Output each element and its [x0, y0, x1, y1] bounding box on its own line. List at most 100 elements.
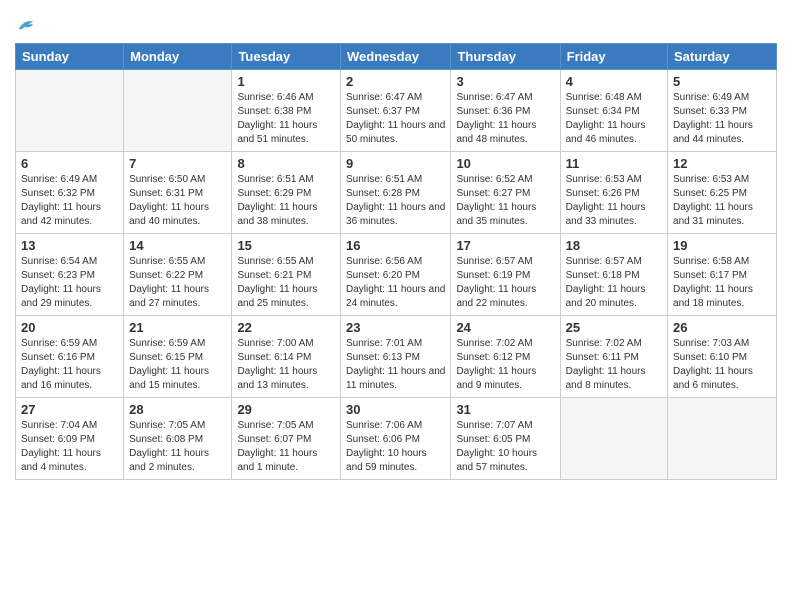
cell-content: Sunrise: 6:54 AMSunset: 6:23 PMDaylight:… [21, 255, 118, 311]
calendar-cell: 12 Sunrise: 6:53 AMSunset: 6:25 PMDayligh… [668, 151, 777, 233]
calendar-cell: 16Sunrise: 6:56 AMSunset: 6:20 PMDayligh… [341, 233, 451, 315]
calendar-cell: 13Sunrise: 6:54 AMSunset: 6:23 PMDayligh… [16, 233, 124, 315]
day-number: 6 [21, 156, 118, 171]
day-number: 17 [456, 238, 554, 253]
calendar-cell: 15Sunrise: 6:55 AMSunset: 6:21 PMDayligh… [232, 233, 341, 315]
calendar-week-4: 27 Sunrise: 7:04 AMSunset: 6:09 PMDayligh… [16, 397, 777, 479]
day-number: 1 [237, 74, 335, 89]
calendar-table: SundayMondayTuesdayWednesdayThursdayFrid… [15, 43, 777, 480]
day-number: 19 [673, 238, 771, 253]
cell-content: Sunrise: 6:57 AMSunset: 6:18 PMDaylight:… [566, 255, 662, 311]
calendar-cell: 18 Sunrise: 6:57 AMSunset: 6:18 PMDayligh… [560, 233, 667, 315]
cell-content: Sunrise: 6:55 AMSunset: 6:22 PMDaylight:… [129, 255, 226, 311]
day-number: 7 [129, 156, 226, 171]
cell-content: Sunrise: 7:04 AMSunset: 6:09 PMDaylight:… [21, 419, 118, 475]
day-number: 16 [346, 238, 445, 253]
cell-content: Sunrise: 6:53 AMSunset: 6:26 PMDaylight:… [566, 173, 662, 229]
calendar-cell [668, 397, 777, 479]
weekday-header-friday: Friday [560, 43, 667, 69]
cell-content: Sunrise: 6:52 AMSunset: 6:27 PMDaylight:… [456, 173, 554, 229]
calendar-cell: 27 Sunrise: 7:04 AMSunset: 6:09 PMDayligh… [16, 397, 124, 479]
cell-content: Sunrise: 6:47 AMSunset: 6:36 PMDaylight:… [456, 91, 554, 147]
cell-content: Sunrise: 7:01 AMSunset: 6:13 PMDaylight:… [346, 337, 445, 393]
calendar-cell [560, 397, 667, 479]
calendar-cell: 28 Sunrise: 7:05 AMSunset: 6:08 PMDayligh… [124, 397, 232, 479]
calendar-cell: 19 Sunrise: 6:58 AMSunset: 6:17 PMDayligh… [668, 233, 777, 315]
day-number: 30 [346, 402, 445, 417]
calendar-cell: 2 Sunrise: 6:47 AMSunset: 6:37 PMDaylight… [341, 69, 451, 151]
calendar-cell: 22 Sunrise: 7:00 AMSunset: 6:14 PMDayligh… [232, 315, 341, 397]
day-number: 3 [456, 74, 554, 89]
day-number: 14 [129, 238, 226, 253]
calendar-week-3: 20 Sunrise: 6:59 AMSunset: 6:16 PMDayligh… [16, 315, 777, 397]
day-number: 2 [346, 74, 445, 89]
calendar-cell: 25Sunrise: 7:02 AMSunset: 6:11 PMDayligh… [560, 315, 667, 397]
day-number: 24 [456, 320, 554, 335]
cell-content: Sunrise: 7:00 AMSunset: 6:14 PMDaylight:… [237, 337, 335, 393]
weekday-header-monday: Monday [124, 43, 232, 69]
calendar-week-2: 13Sunrise: 6:54 AMSunset: 6:23 PMDayligh… [16, 233, 777, 315]
page: SundayMondayTuesdayWednesdayThursdayFrid… [0, 0, 792, 612]
calendar-cell: 11 Sunrise: 6:53 AMSunset: 6:26 PMDayligh… [560, 151, 667, 233]
weekday-header-thursday: Thursday [451, 43, 560, 69]
calendar-cell: 23 Sunrise: 7:01 AMSunset: 6:13 PMDayligh… [341, 315, 451, 397]
cell-content: Sunrise: 6:58 AMSunset: 6:17 PMDaylight:… [673, 255, 771, 311]
calendar-cell: 3 Sunrise: 6:47 AMSunset: 6:36 PMDaylight… [451, 69, 560, 151]
weekday-header-tuesday: Tuesday [232, 43, 341, 69]
calendar-cell: 9Sunrise: 6:51 AMSunset: 6:28 PMDaylight… [341, 151, 451, 233]
day-number: 28 [129, 402, 226, 417]
cell-content: Sunrise: 6:55 AMSunset: 6:21 PMDaylight:… [237, 255, 335, 311]
day-number: 26 [673, 320, 771, 335]
cell-content: Sunrise: 7:05 AMSunset: 6:07 PMDaylight:… [237, 419, 335, 475]
cell-content: Sunrise: 6:51 AMSunset: 6:28 PMDaylight:… [346, 173, 445, 229]
calendar-cell: 29Sunrise: 7:05 AMSunset: 6:07 PMDayligh… [232, 397, 341, 479]
cell-content: Sunrise: 6:53 AMSunset: 6:25 PMDaylight:… [673, 173, 771, 229]
calendar-cell: 1Sunrise: 6:46 AMSunset: 6:38 PMDaylight… [232, 69, 341, 151]
calendar-cell: 14 Sunrise: 6:55 AMSunset: 6:22 PMDayligh… [124, 233, 232, 315]
day-number: 20 [21, 320, 118, 335]
day-number: 8 [237, 156, 335, 171]
calendar-cell: 26 Sunrise: 7:03 AMSunset: 6:10 PMDayligh… [668, 315, 777, 397]
day-number: 5 [673, 74, 771, 89]
logo-area [15, 10, 35, 35]
cell-content: Sunrise: 7:02 AMSunset: 6:11 PMDaylight:… [566, 337, 662, 393]
calendar-cell [124, 69, 232, 151]
cell-content: Sunrise: 7:05 AMSunset: 6:08 PMDaylight:… [129, 419, 226, 475]
day-number: 10 [456, 156, 554, 171]
calendar-cell: 17 Sunrise: 6:57 AMSunset: 6:19 PMDayligh… [451, 233, 560, 315]
calendar-cell: 7Sunrise: 6:50 AMSunset: 6:31 PMDaylight… [124, 151, 232, 233]
day-number: 11 [566, 156, 662, 171]
logo [15, 15, 35, 35]
cell-content: Sunrise: 6:49 AMSunset: 6:32 PMDaylight:… [21, 173, 118, 229]
logo-bird-icon [17, 16, 35, 34]
calendar-cell: 4Sunrise: 6:48 AMSunset: 6:34 PMDaylight… [560, 69, 667, 151]
calendar-cell: 6 Sunrise: 6:49 AMSunset: 6:32 PMDaylight… [16, 151, 124, 233]
header [15, 10, 777, 35]
day-number: 18 [566, 238, 662, 253]
calendar-cell: 5Sunrise: 6:49 AMSunset: 6:33 PMDaylight… [668, 69, 777, 151]
cell-content: Sunrise: 6:59 AMSunset: 6:16 PMDaylight:… [21, 337, 118, 393]
day-number: 4 [566, 74, 662, 89]
cell-content: Sunrise: 6:59 AMSunset: 6:15 PMDaylight:… [129, 337, 226, 393]
weekday-header-saturday: Saturday [668, 43, 777, 69]
calendar-cell [16, 69, 124, 151]
day-number: 12 [673, 156, 771, 171]
calendar-cell: 31 Sunrise: 7:07 AMSunset: 6:05 PMDayligh… [451, 397, 560, 479]
cell-content: Sunrise: 7:03 AMSunset: 6:10 PMDaylight:… [673, 337, 771, 393]
calendar-header-row: SundayMondayTuesdayWednesdayThursdayFrid… [16, 43, 777, 69]
day-number: 22 [237, 320, 335, 335]
calendar-cell: 20 Sunrise: 6:59 AMSunset: 6:16 PMDayligh… [16, 315, 124, 397]
weekday-header-wednesday: Wednesday [341, 43, 451, 69]
day-number: 27 [21, 402, 118, 417]
cell-content: Sunrise: 7:06 AMSunset: 6:06 PMDaylight:… [346, 419, 445, 475]
weekday-header-sunday: Sunday [16, 43, 124, 69]
calendar-cell: 8Sunrise: 6:51 AMSunset: 6:29 PMDaylight… [232, 151, 341, 233]
calendar-cell: 10 Sunrise: 6:52 AMSunset: 6:27 PMDayligh… [451, 151, 560, 233]
calendar-week-0: 1Sunrise: 6:46 AMSunset: 6:38 PMDaylight… [16, 69, 777, 151]
cell-content: Sunrise: 6:47 AMSunset: 6:37 PMDaylight:… [346, 91, 445, 147]
day-number: 31 [456, 402, 554, 417]
cell-content: Sunrise: 7:07 AMSunset: 6:05 PMDaylight:… [456, 419, 554, 475]
day-number: 21 [129, 320, 226, 335]
day-number: 23 [346, 320, 445, 335]
cell-content: Sunrise: 6:57 AMSunset: 6:19 PMDaylight:… [456, 255, 554, 311]
